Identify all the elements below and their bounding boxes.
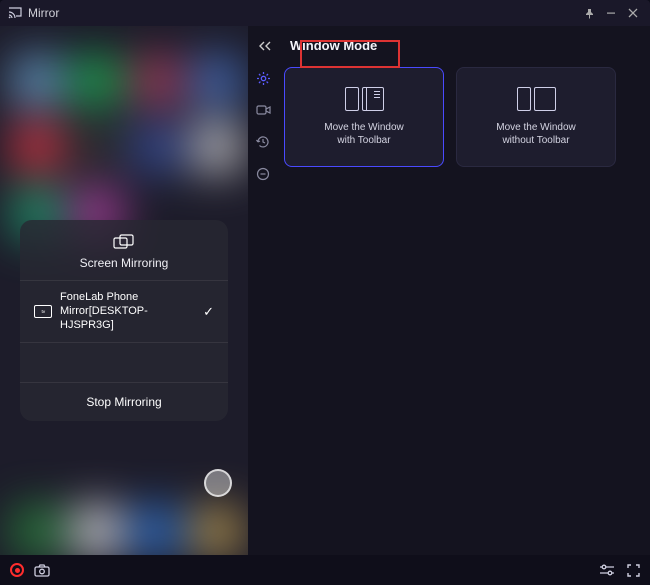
screen-mirroring-sheet: Screen Mirroring tv FoneLab Phone Mirror…: [20, 220, 228, 421]
settings-panel: Window Mode: [248, 26, 650, 555]
assistive-touch-icon[interactable]: [204, 469, 232, 497]
cast-icon: [8, 7, 22, 19]
check-icon: ✓: [203, 304, 214, 320]
stop-mirroring-button[interactable]: Stop Mirroring: [20, 383, 228, 421]
titlebar-right: [580, 4, 642, 22]
sheet-header: Screen Mirroring: [20, 234, 228, 280]
app-title: Mirror: [28, 6, 59, 20]
footer-right: [599, 564, 640, 577]
section-title: Window Mode: [282, 34, 385, 57]
sheet-title: Screen Mirroring: [80, 256, 169, 270]
device-name: FoneLab Phone Mirror[DESKTOP-HJSPR3G]: [60, 291, 195, 332]
device-row[interactable]: tv FoneLab Phone Mirror[DESKTOP-HJSPR3G]…: [20, 280, 228, 343]
settings-sidebar: [248, 63, 278, 555]
record-button[interactable]: [10, 563, 24, 577]
gear-icon[interactable]: [254, 69, 272, 87]
titlebar: Mirror: [0, 0, 650, 26]
titlebar-left: Mirror: [8, 6, 59, 20]
collapse-sidebar-button[interactable]: [256, 41, 274, 51]
mirror-icon: [113, 234, 135, 250]
mode-card-label: Move the Window without Toolbar: [496, 121, 575, 147]
phone-preview-panel: Screen Mirroring tv FoneLab Phone Mirror…: [0, 26, 248, 555]
settings-sliders-icon[interactable]: [599, 564, 615, 576]
output-icon[interactable]: [254, 165, 272, 183]
mode-illustration-without-toolbar: [517, 87, 556, 111]
settings-header: Window Mode: [248, 26, 650, 63]
footer-left: [10, 563, 50, 577]
pin-button[interactable]: [580, 4, 598, 22]
record-settings-icon[interactable]: [254, 101, 272, 119]
minimize-button[interactable]: [602, 4, 620, 22]
settings-body: Move the Window with Toolbar Move the Wi…: [248, 63, 650, 555]
device-list-spacer: [20, 343, 228, 383]
footer-toolbar: [0, 555, 650, 585]
mode-card-with-toolbar[interactable]: Move the Window with Toolbar: [284, 67, 444, 167]
screenshot-button[interactable]: [34, 564, 50, 577]
body: Screen Mirroring tv FoneLab Phone Mirror…: [0, 26, 650, 555]
mode-cards-area: Move the Window with Toolbar Move the Wi…: [278, 63, 650, 555]
fullscreen-button[interactable]: [627, 564, 640, 577]
history-icon[interactable]: [254, 133, 272, 151]
close-button[interactable]: [624, 4, 642, 22]
mode-card-label: Move the Window with Toolbar: [324, 121, 403, 147]
tv-badge-icon: tv: [34, 305, 52, 318]
app-window: Mirror: [0, 0, 650, 585]
mode-card-without-toolbar[interactable]: Move the Window without Toolbar: [456, 67, 616, 167]
mode-illustration-with-toolbar: [345, 87, 384, 111]
